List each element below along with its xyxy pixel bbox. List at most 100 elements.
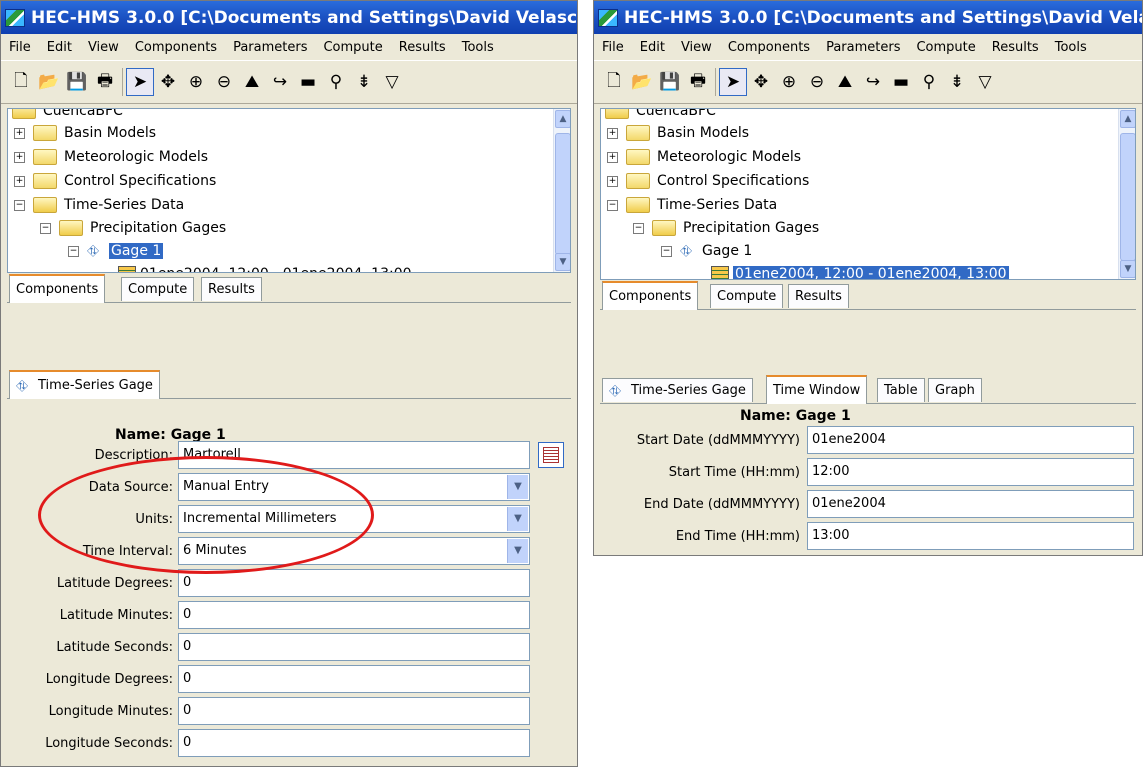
open-folder-icon[interactable]: 📂 bbox=[35, 68, 63, 96]
tab-graph[interactable]: Graph bbox=[928, 378, 982, 402]
scroll-down-icon[interactable]: ▼ bbox=[1120, 260, 1135, 278]
zoom-in-icon[interactable]: ⊕ bbox=[182, 68, 210, 96]
menu-tools[interactable]: Tools bbox=[1047, 40, 1095, 55]
start-date-input[interactable]: 01ene2004 bbox=[807, 426, 1134, 454]
menu-components[interactable]: Components bbox=[127, 40, 225, 55]
tree-root[interactable]: CuencaBFC bbox=[605, 109, 716, 122]
collapse-icon[interactable]: − bbox=[14, 199, 25, 211]
tab-results[interactable]: Results bbox=[201, 277, 262, 301]
junction-icon[interactable]: ⚲ bbox=[322, 68, 350, 96]
move-icon[interactable]: ✥ bbox=[154, 68, 182, 96]
scroll-thumb[interactable] bbox=[1120, 133, 1135, 261]
collapse-icon[interactable]: − bbox=[68, 245, 79, 257]
collapse-icon[interactable]: − bbox=[661, 245, 672, 257]
units-select[interactable]: Incremental Millimeters ▼ bbox=[178, 505, 530, 533]
tree-item-meteorologic-models[interactable]: + Meteorologic Models bbox=[607, 146, 801, 168]
sink-icon[interactable]: ▽ bbox=[378, 68, 406, 96]
expand-icon[interactable]: + bbox=[607, 175, 618, 187]
tree-item-precipitation-gages[interactable]: − Precipitation Gages bbox=[633, 217, 819, 239]
tree-item-gage-1[interactable]: − ⛗ Gage 1 bbox=[68, 240, 164, 262]
subbasin-icon[interactable]: ⛰ bbox=[238, 68, 266, 96]
save-icon[interactable]: 💾 bbox=[656, 68, 684, 96]
tree-item-series[interactable]: 01ene2004, 12:00 - 01ene2004, 13:00 bbox=[711, 263, 1009, 279]
reservoir-icon[interactable]: ▬ bbox=[294, 68, 322, 96]
tab-compute[interactable]: Compute bbox=[121, 277, 195, 301]
tree-item-precipitation-gages[interactable]: − Precipitation Gages bbox=[40, 217, 226, 239]
end-date-input[interactable]: 01ene2004 bbox=[807, 490, 1134, 518]
new-file-icon[interactable]: 🗋 bbox=[7, 68, 35, 96]
time-interval-select[interactable]: 6 Minutes ▼ bbox=[178, 537, 530, 565]
reach-icon[interactable]: ↪ bbox=[859, 68, 887, 96]
collapse-icon[interactable]: − bbox=[633, 222, 644, 234]
menu-tools[interactable]: Tools bbox=[454, 40, 502, 55]
expand-icon[interactable]: + bbox=[14, 151, 25, 163]
start-time-input[interactable]: 12:00 bbox=[807, 458, 1134, 486]
title-bar[interactable]: HEC-HMS 3.0.0 [C:\Documents and Settings… bbox=[594, 1, 1142, 34]
longitude-minutes-input[interactable]: 0 bbox=[178, 697, 530, 725]
menu-edit[interactable]: Edit bbox=[632, 40, 673, 55]
collapse-icon[interactable]: − bbox=[40, 222, 51, 234]
menu-results[interactable]: Results bbox=[391, 40, 454, 55]
reach-icon[interactable]: ↪ bbox=[266, 68, 294, 96]
tree-item-control-specifications[interactable]: + Control Specifications bbox=[607, 170, 809, 192]
tab-time-series-gage[interactable]: ⛗ Time-Series Gage bbox=[9, 370, 160, 399]
latitude-minutes-input[interactable]: 0 bbox=[178, 601, 530, 629]
move-icon[interactable]: ✥ bbox=[747, 68, 775, 96]
collapse-icon[interactable]: − bbox=[607, 199, 618, 211]
diversion-icon[interactable]: ⇟ bbox=[350, 68, 378, 96]
scroll-up-icon[interactable]: ▲ bbox=[1120, 110, 1135, 128]
data-source-select[interactable]: Manual Entry ▼ bbox=[178, 473, 530, 501]
scroll-up-icon[interactable]: ▲ bbox=[555, 110, 570, 128]
tab-compute[interactable]: Compute bbox=[710, 284, 784, 308]
new-file-icon[interactable]: 🗋 bbox=[600, 68, 628, 96]
sink-icon[interactable]: ▽ bbox=[971, 68, 999, 96]
print-icon[interactable]: 🖶 bbox=[91, 68, 119, 96]
menu-results[interactable]: Results bbox=[984, 40, 1047, 55]
diversion-icon[interactable]: ⇟ bbox=[943, 68, 971, 96]
expand-icon[interactable]: + bbox=[607, 151, 618, 163]
tree-scrollbar[interactable]: ▲ ▼ bbox=[1118, 109, 1135, 279]
chevron-down-icon[interactable]: ▼ bbox=[507, 539, 528, 563]
tab-table[interactable]: Table bbox=[877, 378, 925, 402]
menu-file[interactable]: File bbox=[1, 40, 39, 55]
menu-components[interactable]: Components bbox=[720, 40, 818, 55]
tree-item-meteorologic-models[interactable]: + Meteorologic Models bbox=[14, 146, 208, 168]
scroll-down-icon[interactable]: ▼ bbox=[555, 253, 570, 271]
tree-item-gage-1[interactable]: − ⛗ Gage 1 bbox=[661, 240, 752, 262]
tab-time-window[interactable]: Time Window bbox=[766, 375, 868, 404]
expand-icon[interactable]: + bbox=[14, 175, 25, 187]
chevron-down-icon[interactable]: ▼ bbox=[507, 507, 528, 531]
chevron-down-icon[interactable]: ▼ bbox=[507, 475, 528, 499]
tree-item-control-specifications[interactable]: + Control Specifications bbox=[14, 170, 216, 192]
arrow-pointer-icon[interactable]: ➤ bbox=[719, 68, 747, 96]
zoom-in-icon[interactable]: ⊕ bbox=[775, 68, 803, 96]
tab-time-series-gage[interactable]: ⛗ Time-Series Gage bbox=[602, 378, 753, 402]
tree-item-basin-models[interactable]: + Basin Models bbox=[14, 122, 156, 144]
tab-components[interactable]: Components bbox=[9, 274, 106, 303]
menu-view[interactable]: View bbox=[80, 40, 127, 55]
zoom-out-icon[interactable]: ⊖ bbox=[803, 68, 831, 96]
tab-components[interactable]: Components bbox=[602, 281, 699, 310]
tree-item-time-series-data[interactable]: − Time-Series Data bbox=[607, 194, 777, 216]
tree-scrollbar[interactable]: ▲ ▼ bbox=[553, 109, 570, 272]
menu-view[interactable]: View bbox=[673, 40, 720, 55]
latitude-seconds-input[interactable]: 0 bbox=[178, 633, 530, 661]
tree-root[interactable]: CuencaBFC bbox=[12, 109, 123, 122]
menu-file[interactable]: File bbox=[594, 40, 632, 55]
save-icon[interactable]: 💾 bbox=[63, 68, 91, 96]
menu-edit[interactable]: Edit bbox=[39, 40, 80, 55]
longitude-degrees-input[interactable]: 0 bbox=[178, 665, 530, 693]
menu-parameters[interactable]: Parameters bbox=[225, 40, 315, 55]
tab-results[interactable]: Results bbox=[788, 284, 849, 308]
tree-item-basin-models[interactable]: + Basin Models bbox=[607, 122, 749, 144]
description-input[interactable]: Martorell bbox=[178, 441, 530, 469]
reservoir-icon[interactable]: ▬ bbox=[887, 68, 915, 96]
expand-icon[interactable]: + bbox=[607, 127, 618, 139]
subbasin-icon[interactable]: ⛰ bbox=[831, 68, 859, 96]
arrow-pointer-icon[interactable]: ➤ bbox=[126, 68, 154, 96]
longitude-seconds-input[interactable]: 0 bbox=[178, 729, 530, 757]
edit-description-button[interactable] bbox=[538, 442, 564, 468]
tree-item-time-series-data[interactable]: − Time-Series Data bbox=[14, 194, 184, 216]
print-icon[interactable]: 🖶 bbox=[684, 68, 712, 96]
junction-icon[interactable]: ⚲ bbox=[915, 68, 943, 96]
